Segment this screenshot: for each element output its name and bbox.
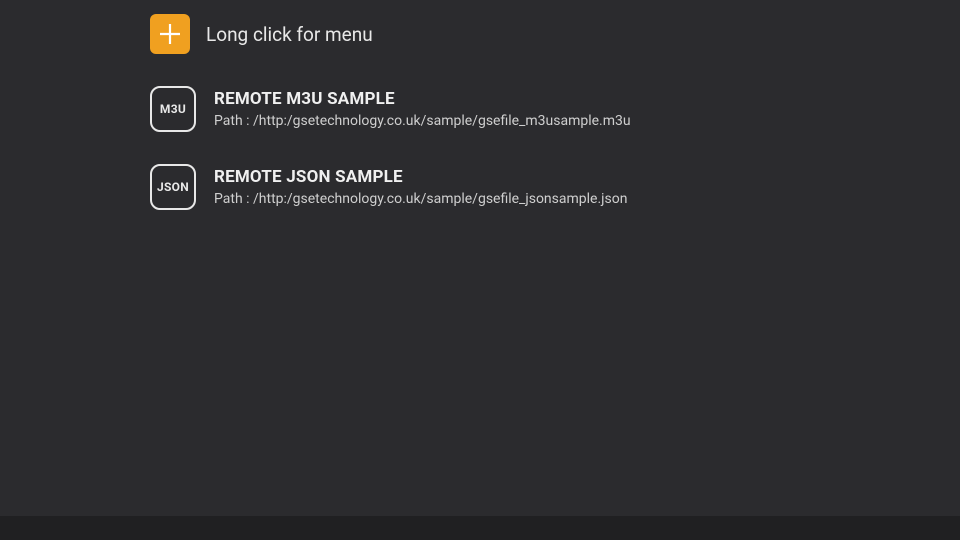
playlist-path-value: /http:/gsetechnology.co.uk/sample/gsefil…	[253, 191, 627, 207]
playlist-text: REMOTE M3U SAMPLE Path : /http:/gsetechn…	[214, 89, 631, 129]
playlist-icon-label: M3U	[160, 102, 186, 116]
plus-icon	[157, 21, 183, 47]
playlist-path: Path : /http:/gsetechnology.co.uk/sample…	[214, 113, 631, 129]
playlist-path: Path : /http:/gsetechnology.co.uk/sample…	[214, 191, 627, 207]
add-playlist-button[interactable]	[150, 14, 190, 54]
playlist-text: REMOTE JSON SAMPLE Path : /http:/gsetech…	[214, 167, 627, 207]
bottom-bar	[0, 516, 960, 540]
playlist-path-value: /http:/gsetechnology.co.uk/sample/gsefil…	[253, 113, 631, 129]
playlist-path-prefix: Path :	[214, 191, 253, 207]
playlist-screen: Long click for menu M3U REMOTE M3U SAMPL…	[0, 0, 960, 210]
header-hint: Long click for menu	[206, 23, 373, 46]
playlist-item[interactable]: JSON REMOTE JSON SAMPLE Path : /http:/gs…	[150, 164, 960, 210]
json-icon: JSON	[150, 164, 196, 210]
playlist-icon-label: JSON	[157, 180, 189, 194]
playlist-item[interactable]: M3U REMOTE M3U SAMPLE Path : /http:/gset…	[150, 86, 960, 132]
header-row: Long click for menu	[150, 10, 960, 58]
playlist-title: REMOTE M3U SAMPLE	[214, 89, 631, 109]
playlist-title: REMOTE JSON SAMPLE	[214, 167, 627, 187]
playlist-path-prefix: Path :	[214, 113, 253, 129]
m3u-icon: M3U	[150, 86, 196, 132]
